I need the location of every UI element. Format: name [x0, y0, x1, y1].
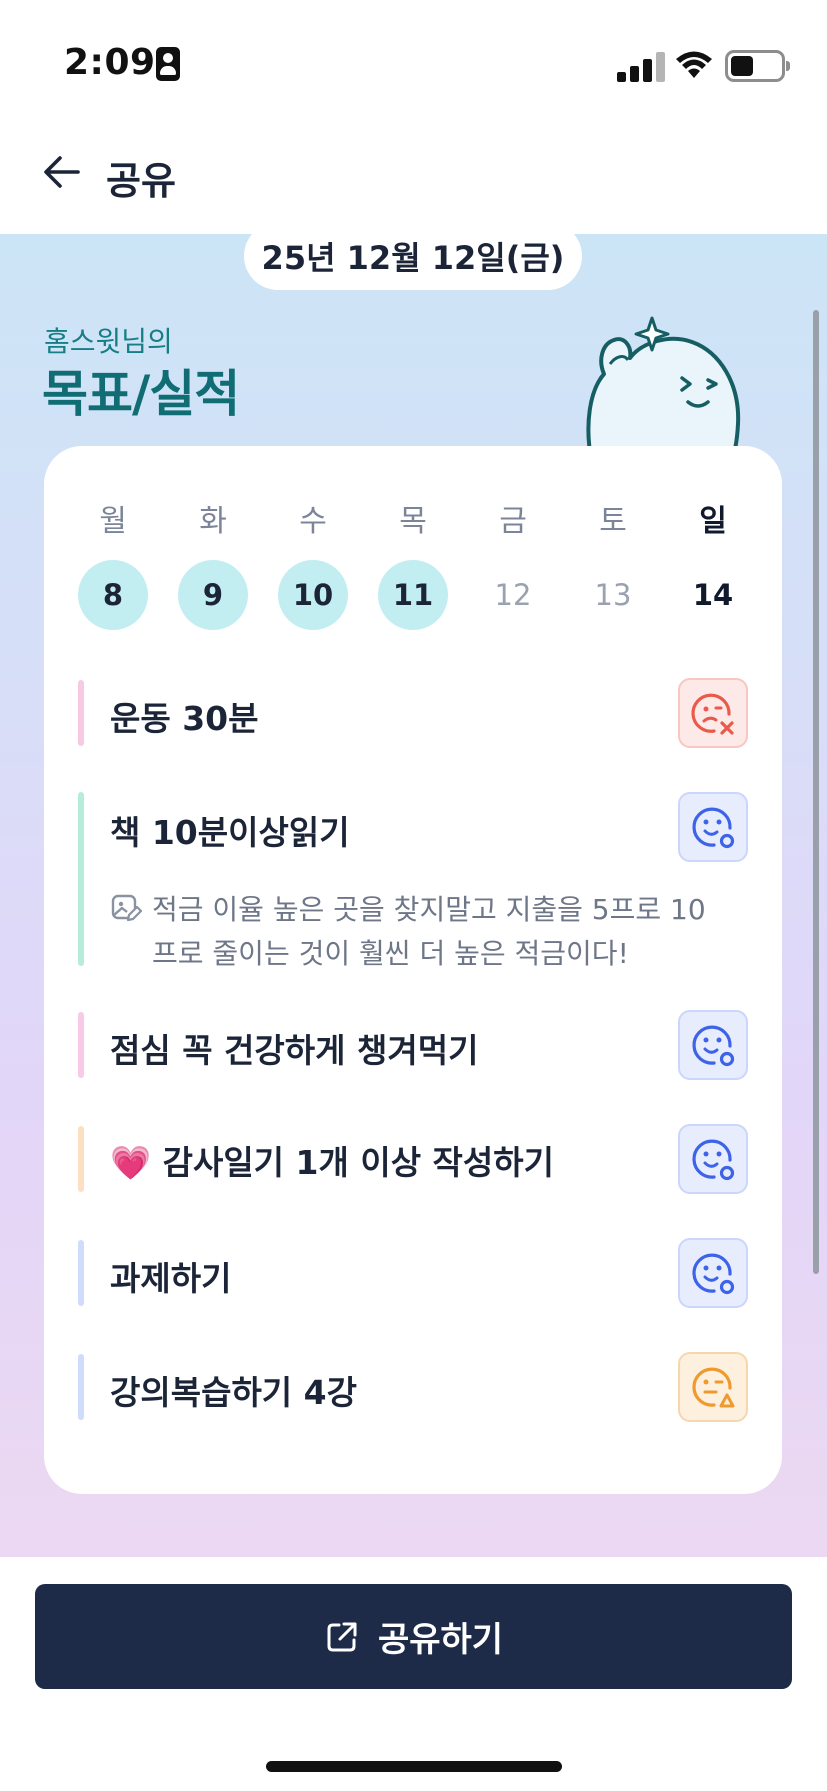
smile-face-o-icon[interactable]	[678, 1238, 748, 1308]
mascot-character-illustration	[586, 316, 741, 464]
date-cell[interactable]: 10	[278, 560, 348, 630]
battery-icon	[725, 50, 790, 82]
date-cell[interactable]: 12	[478, 560, 548, 630]
goal-title: 점심 꼭 건강하게 챙겨먹기	[110, 1031, 479, 1070]
goal-title: 💗 감사일기 1개 이상 작성하기	[110, 1136, 554, 1184]
goal-item: 💗 감사일기 1개 이상 작성하기	[78, 1124, 748, 1194]
goal-item: 운동 30분	[78, 678, 748, 748]
goal-title: 강의복습하기 4강	[110, 1373, 357, 1412]
status-bar: 2:09	[0, 0, 827, 130]
bottom-action-area: 공유하기	[0, 1557, 827, 1791]
contact-icon	[156, 47, 180, 81]
section-title: 목표/실적	[42, 365, 240, 423]
weekday-label: 일	[699, 504, 727, 539]
weekday-label: 월	[99, 504, 127, 539]
goal-title: 운동 30분	[110, 699, 259, 738]
smile-face-o-icon[interactable]	[678, 1124, 748, 1194]
goal-color-bar	[78, 680, 84, 746]
top-app-bar: 공유	[0, 130, 827, 234]
goal-title-text: 감사일기 1개 이상 작성하기	[162, 1143, 554, 1182]
goal-item: 과제하기	[78, 1238, 748, 1308]
weekly-goals-card: 월 화 수 목 금 토 일 8 9 10 11 12 13 14 운동 30분	[44, 446, 782, 1494]
page-title: 공유	[106, 159, 176, 203]
goal-color-bar	[78, 1240, 84, 1306]
goal-item: 점심 꼭 건강하게 챙겨먹기	[78, 1010, 748, 1080]
goal-color-bar	[78, 1354, 84, 1420]
smile-face-o-icon[interactable]	[678, 792, 748, 862]
sad-face-x-icon[interactable]	[678, 678, 748, 748]
goal-color-bar	[78, 1126, 84, 1192]
goal-color-bar	[78, 792, 84, 966]
date-cell[interactable]: 9	[178, 560, 248, 630]
goal-title: 책 10분이상읽기	[110, 813, 350, 852]
cellular-signal-icon	[617, 52, 665, 82]
weekday-label: 토	[599, 504, 627, 539]
weekday-label: 목	[399, 504, 427, 539]
share-preview-area: 25년 12월 12일(금) 홈스윗님의 목표/실적 월 화 수 목 금 토 일…	[0, 234, 827, 1557]
date-cell[interactable]: 14	[678, 560, 748, 630]
goal-item: 강의복습하기 4강	[78, 1352, 748, 1422]
status-time: 2:09	[64, 42, 156, 83]
home-indicator	[266, 1761, 562, 1772]
date-pill: 25년 12월 12일(금)	[244, 234, 582, 290]
weekday-label: 수	[299, 504, 327, 539]
image-edit-icon	[111, 894, 142, 922]
goal-item: 책 10분이상읽기 적금 이율 높은 곳을 찾지말고 지출을 5프로 10프로 …	[78, 792, 748, 970]
neutral-face-triangle-icon[interactable]	[678, 1352, 748, 1422]
share-button-label: 공유하기	[377, 1620, 504, 1660]
share-button[interactable]: 공유하기	[35, 1584, 792, 1689]
back-button[interactable]	[36, 146, 88, 198]
external-link-icon	[327, 1622, 357, 1651]
goal-color-bar	[78, 1012, 84, 1078]
date-cell[interactable]: 13	[578, 560, 648, 630]
date-cell[interactable]: 11	[378, 560, 448, 630]
heart-emoji: 💗	[110, 1143, 152, 1182]
smile-face-o-icon[interactable]	[678, 1010, 748, 1080]
goal-title: 과제하기	[110, 1259, 232, 1298]
week-dates: 8 9 10 11 12 13 14	[78, 560, 748, 630]
weekday-label: 금	[499, 504, 527, 539]
weekday-label: 화	[199, 504, 227, 539]
weekday-header: 월 화 수 목 금 토 일	[78, 496, 748, 540]
arrow-left-icon	[44, 156, 80, 188]
wifi-icon	[676, 51, 712, 78]
scrollbar[interactable]	[813, 310, 819, 1274]
memo-text: 적금 이율 높은 곳을 찾지말고 지출을 5프로 10프로 줄이는 것이 훨씬 …	[152, 893, 706, 970]
date-cell[interactable]: 8	[78, 560, 148, 630]
